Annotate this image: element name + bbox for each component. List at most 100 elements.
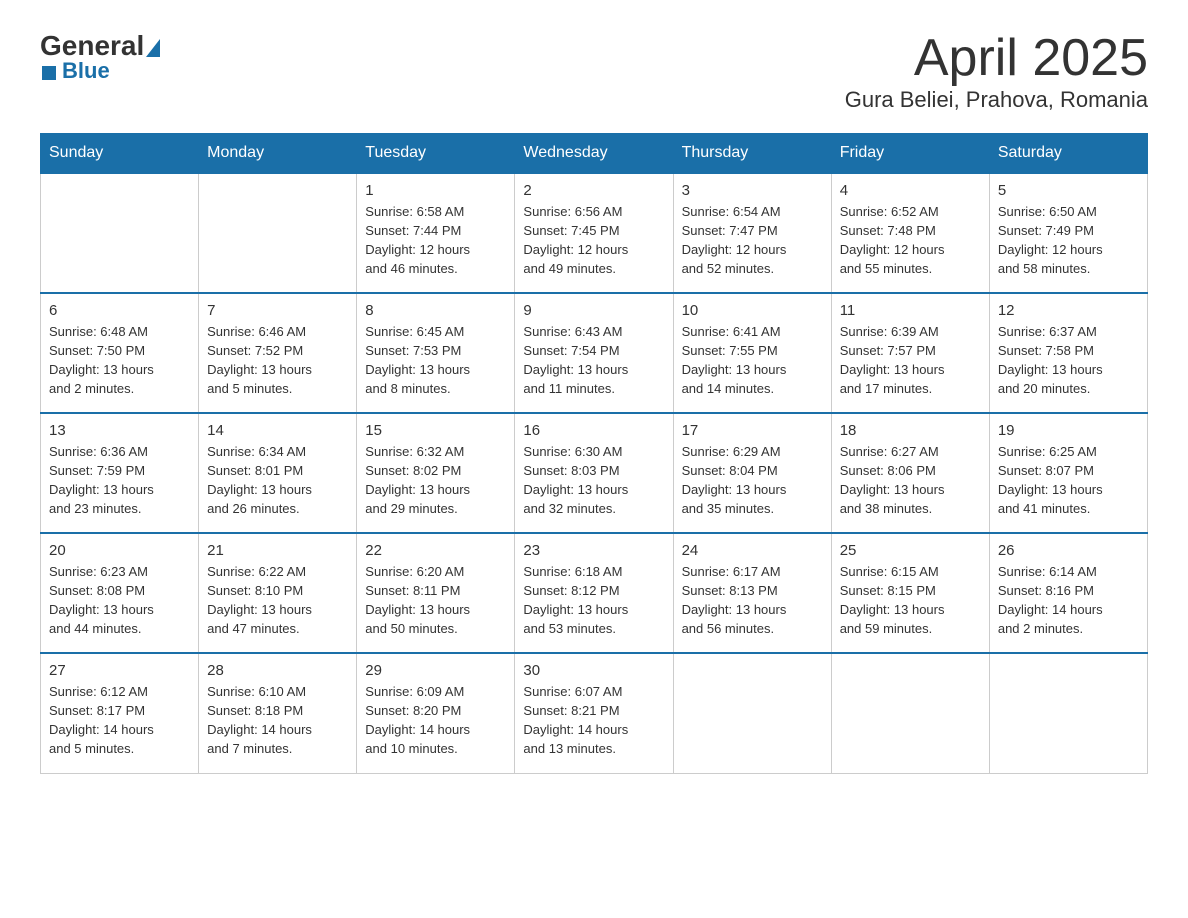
calendar-cell: 20Sunrise: 6:23 AMSunset: 8:08 PMDayligh…	[41, 533, 199, 653]
day-info: Sunrise: 6:39 AMSunset: 7:57 PMDaylight:…	[840, 323, 981, 398]
day-number: 19	[998, 422, 1139, 439]
calendar-cell: 19 Sunrise: 6:25 AMSunset: 8:07 PMDayligh…	[989, 413, 1147, 533]
day-info: Sunrise: 6:27 AMSunset: 8:06 PMDaylight:…	[840, 443, 981, 518]
day-info: Sunrise: 6:07 AMSunset: 8:21 PMDaylight:…	[523, 683, 664, 758]
day-number: 9	[523, 302, 664, 319]
page-header: General Blue April 2025 Gura Beliei, Pra…	[40, 30, 1148, 113]
calendar-header-wednesday: Wednesday	[515, 134, 673, 174]
title-area: April 2025 Gura Beliei, Prahova, Romania	[845, 30, 1148, 113]
day-info: Sunrise: 6:37 AMSunset: 7:58 PMDaylight:…	[998, 323, 1139, 398]
calendar-cell: 12 Sunrise: 6:37 AMSunset: 7:58 PMDayligh…	[989, 293, 1147, 413]
calendar-cell	[831, 653, 989, 773]
day-number: 25	[840, 542, 981, 559]
calendar-cell: 5 Sunrise: 6:50 AMSunset: 7:49 PMDaylight…	[989, 173, 1147, 293]
page-subtitle: Gura Beliei, Prahova, Romania	[845, 87, 1148, 113]
calendar-cell: 28 Sunrise: 6:10 AMSunset: 8:18 PMDayligh…	[199, 653, 357, 773]
calendar-header-thursday: Thursday	[673, 134, 831, 174]
calendar-cell: 2 Sunrise: 6:56 AMSunset: 7:45 PMDaylight…	[515, 173, 673, 293]
day-info: Sunrise: 6:14 AMSunset: 8:16 PMDaylight:…	[998, 563, 1139, 638]
day-info: Sunrise: 6:58 AMSunset: 7:44 PMDaylight:…	[365, 203, 506, 278]
day-info: Sunrise: 6:30 AMSunset: 8:03 PMDaylight:…	[523, 443, 664, 518]
day-info: Sunrise: 6:46 AMSunset: 7:52 PMDaylight:…	[207, 323, 348, 398]
day-number: 5	[998, 182, 1139, 199]
calendar-table: SundayMondayTuesdayWednesdayThursdayFrid…	[40, 133, 1148, 774]
day-number: 23	[523, 542, 664, 559]
day-info: Sunrise: 6:12 AMSunset: 8:17 PMDaylight:…	[49, 683, 190, 758]
calendar-cell: 11 Sunrise: 6:39 AMSunset: 7:57 PMDayligh…	[831, 293, 989, 413]
day-number: 11	[840, 302, 981, 319]
day-number: 24	[682, 542, 823, 559]
day-info: Sunrise: 6:43 AMSunset: 7:54 PMDaylight:…	[523, 323, 664, 398]
calendar-week-row: 13Sunrise: 6:36 AMSunset: 7:59 PMDayligh…	[41, 413, 1148, 533]
day-number: 6	[49, 302, 190, 319]
day-number: 16	[523, 422, 664, 439]
day-number: 1	[365, 182, 506, 199]
calendar-cell: 7 Sunrise: 6:46 AMSunset: 7:52 PMDaylight…	[199, 293, 357, 413]
day-number: 10	[682, 302, 823, 319]
day-info: Sunrise: 6:41 AMSunset: 7:55 PMDaylight:…	[682, 323, 823, 398]
logo-triangle-icon	[146, 39, 160, 57]
calendar-cell: 4 Sunrise: 6:52 AMSunset: 7:48 PMDaylight…	[831, 173, 989, 293]
calendar-cell	[989, 653, 1147, 773]
calendar-cell	[199, 173, 357, 293]
calendar-cell: 9 Sunrise: 6:43 AMSunset: 7:54 PMDaylight…	[515, 293, 673, 413]
calendar-cell	[673, 653, 831, 773]
calendar-cell: 26 Sunrise: 6:14 AMSunset: 8:16 PMDayligh…	[989, 533, 1147, 653]
logo: General Blue	[40, 30, 160, 84]
day-number: 17	[682, 422, 823, 439]
calendar-cell	[41, 173, 199, 293]
day-info: Sunrise: 6:23 AMSunset: 8:08 PMDaylight:…	[49, 563, 190, 638]
day-number: 12	[998, 302, 1139, 319]
day-number: 15	[365, 422, 506, 439]
day-number: 13	[49, 422, 190, 439]
calendar-cell: 3 Sunrise: 6:54 AMSunset: 7:47 PMDaylight…	[673, 173, 831, 293]
calendar-cell: 24Sunrise: 6:17 AMSunset: 8:13 PMDayligh…	[673, 533, 831, 653]
day-info: Sunrise: 6:29 AMSunset: 8:04 PMDaylight:…	[682, 443, 823, 518]
calendar-cell: 22 Sunrise: 6:20 AMSunset: 8:11 PMDayligh…	[357, 533, 515, 653]
calendar-header-sunday: Sunday	[41, 134, 199, 174]
logo-text-blue: Blue	[62, 58, 110, 84]
day-info: Sunrise: 6:25 AMSunset: 8:07 PMDaylight:…	[998, 443, 1139, 518]
day-info: Sunrise: 6:52 AMSunset: 7:48 PMDaylight:…	[840, 203, 981, 278]
calendar-cell: 16 Sunrise: 6:30 AMSunset: 8:03 PMDayligh…	[515, 413, 673, 533]
day-number: 28	[207, 662, 348, 679]
calendar-cell: 23 Sunrise: 6:18 AMSunset: 8:12 PMDayligh…	[515, 533, 673, 653]
calendar-cell: 1 Sunrise: 6:58 AMSunset: 7:44 PMDaylight…	[357, 173, 515, 293]
calendar-cell: 13Sunrise: 6:36 AMSunset: 7:59 PMDayligh…	[41, 413, 199, 533]
day-info: Sunrise: 6:48 AMSunset: 7:50 PMDaylight:…	[49, 323, 190, 398]
day-number: 7	[207, 302, 348, 319]
day-info: Sunrise: 6:18 AMSunset: 8:12 PMDaylight:…	[523, 563, 664, 638]
calendar-cell: 30 Sunrise: 6:07 AMSunset: 8:21 PMDayligh…	[515, 653, 673, 773]
day-info: Sunrise: 6:50 AMSunset: 7:49 PMDaylight:…	[998, 203, 1139, 278]
day-number: 3	[682, 182, 823, 199]
calendar-header-saturday: Saturday	[989, 134, 1147, 174]
calendar-cell: 17 Sunrise: 6:29 AMSunset: 8:04 PMDayligh…	[673, 413, 831, 533]
calendar-week-row: 27Sunrise: 6:12 AMSunset: 8:17 PMDayligh…	[41, 653, 1148, 773]
day-number: 30	[523, 662, 664, 679]
calendar-cell: 18 Sunrise: 6:27 AMSunset: 8:06 PMDayligh…	[831, 413, 989, 533]
day-number: 18	[840, 422, 981, 439]
calendar-header-monday: Monday	[199, 134, 357, 174]
calendar-cell: 6 Sunrise: 6:48 AMSunset: 7:50 PMDaylight…	[41, 293, 199, 413]
day-info: Sunrise: 6:20 AMSunset: 8:11 PMDaylight:…	[365, 563, 506, 638]
day-info: Sunrise: 6:22 AMSunset: 8:10 PMDaylight:…	[207, 563, 348, 638]
calendar-cell: 14 Sunrise: 6:34 AMSunset: 8:01 PMDayligh…	[199, 413, 357, 533]
day-info: Sunrise: 6:15 AMSunset: 8:15 PMDaylight:…	[840, 563, 981, 638]
day-number: 2	[523, 182, 664, 199]
day-number: 14	[207, 422, 348, 439]
day-info: Sunrise: 6:56 AMSunset: 7:45 PMDaylight:…	[523, 203, 664, 278]
day-info: Sunrise: 6:10 AMSunset: 8:18 PMDaylight:…	[207, 683, 348, 758]
calendar-week-row: 1 Sunrise: 6:58 AMSunset: 7:44 PMDaylight…	[41, 173, 1148, 293]
calendar-cell: 21Sunrise: 6:22 AMSunset: 8:10 PMDayligh…	[199, 533, 357, 653]
calendar-week-row: 6 Sunrise: 6:48 AMSunset: 7:50 PMDaylight…	[41, 293, 1148, 413]
calendar-cell: 25 Sunrise: 6:15 AMSunset: 8:15 PMDayligh…	[831, 533, 989, 653]
day-number: 26	[998, 542, 1139, 559]
day-info: Sunrise: 6:45 AMSunset: 7:53 PMDaylight:…	[365, 323, 506, 398]
day-number: 4	[840, 182, 981, 199]
day-info: Sunrise: 6:54 AMSunset: 7:47 PMDaylight:…	[682, 203, 823, 278]
calendar-cell: 8Sunrise: 6:45 AMSunset: 7:53 PMDaylight…	[357, 293, 515, 413]
page-title: April 2025	[845, 30, 1148, 87]
day-info: Sunrise: 6:34 AMSunset: 8:01 PMDaylight:…	[207, 443, 348, 518]
calendar-cell: 29Sunrise: 6:09 AMSunset: 8:20 PMDayligh…	[357, 653, 515, 773]
day-number: 22	[365, 542, 506, 559]
